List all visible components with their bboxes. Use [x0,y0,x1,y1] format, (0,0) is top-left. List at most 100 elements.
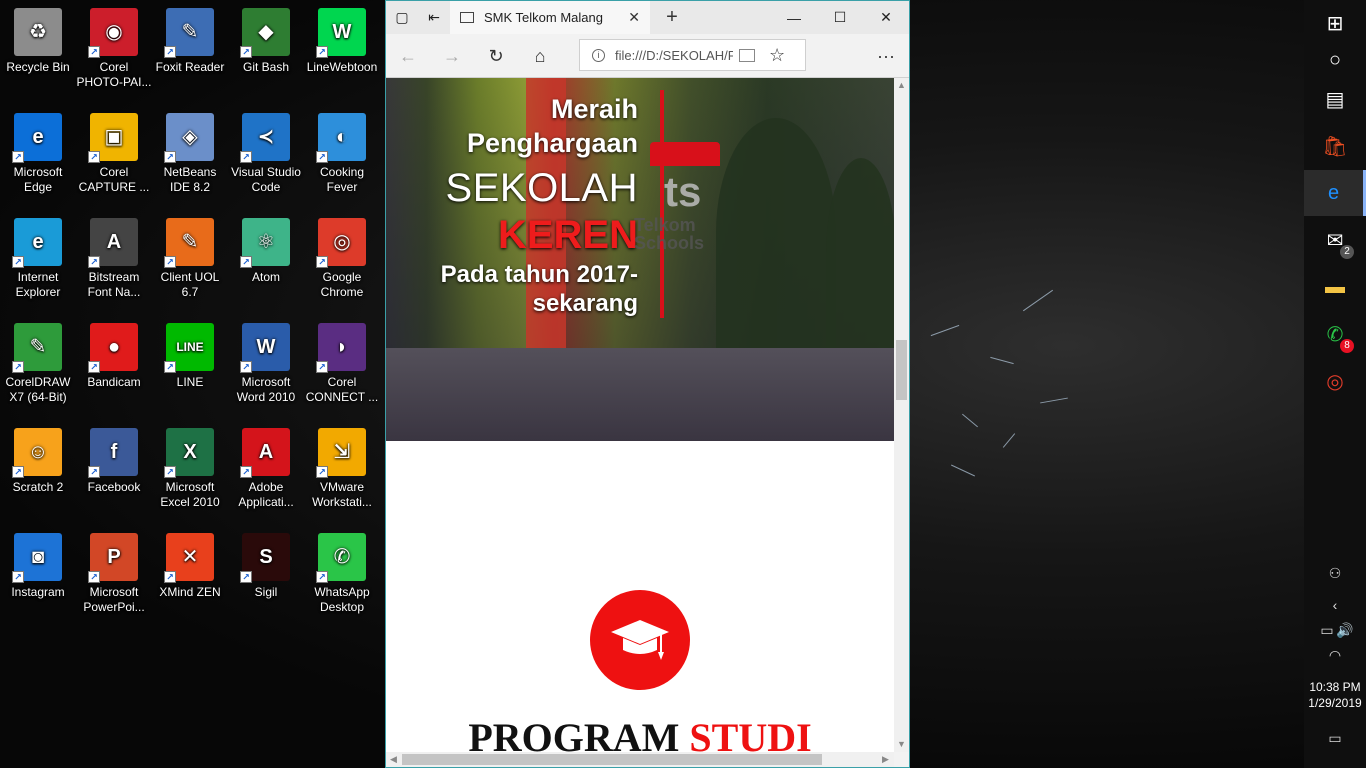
close-window-button[interactable]: ✕ [863,1,909,34]
desktop-icon-recycle-bin[interactable]: ♻ Recycle Bin [0,2,76,102]
favorite-star-icon[interactable]: ☆ [769,45,785,66]
shortcut-arrow-icon: ↗ [240,151,252,163]
desktop-icon-atom[interactable]: ⚛ ↗ Atom [228,212,304,312]
shortcut-arrow-icon: ↗ [240,256,252,268]
scroll-down-icon[interactable]: ▼ [894,737,909,752]
task-view-button[interactable]: ▤ [1304,76,1366,122]
bandicam-icon: ● ↗ [88,323,138,373]
whatsapp-taskbar-button[interactable]: ✆ 8 [1304,311,1366,357]
home-button[interactable]: ⌂ [524,40,556,72]
set-aside-tabs-icon[interactable]: ▢ [386,1,418,34]
people-icon[interactable]: ⚇ [1304,565,1366,582]
adobe-application-manager-glyph: A [258,440,274,463]
reading-view-icon[interactable] [739,48,755,62]
desktop-icon-label: LINE [176,375,204,389]
refresh-button[interactable]: ↻ [480,40,512,72]
desktop-icon-vmware-workstation[interactable]: ⇲ ↗ VMware Workstati... [304,422,380,522]
desktop-icon-google-chrome[interactable]: ◎ ↗ Google Chrome [304,212,380,312]
hero-line-5: Pada tahun 2017- sekarang [441,260,638,318]
desktop-icon-instagram[interactable]: ◙ ↗ Instagram [0,527,76,627]
scroll-up-icon[interactable]: ▲ [894,78,909,93]
back-button[interactable]: ← [392,40,424,72]
desktop-icon-xmind-zen[interactable]: ✕ ↗ XMind ZEN [152,527,228,627]
desktop-icon-line[interactable]: LINE ↗ LINE [152,317,228,417]
desktop-icon-foxit-reader[interactable]: ✎ ↗ Foxit Reader [152,2,228,102]
scratch-glyph: ☺ [27,440,49,463]
scroll-left-icon[interactable]: ◀ [386,752,401,767]
vmware-workstation-glyph: ⇲ [333,440,351,463]
recycle-bin-icon: ♻ [14,8,62,56]
desktop-icon-cooking-fever[interactable]: ◐ ↗ Cooking Fever [304,107,380,207]
corel-photo-paint-icon: ◉ ↗ [88,8,138,58]
desktop-icon-sigil[interactable]: S ↗ Sigil [228,527,304,627]
address-bar[interactable]: i file:///D:/SEKOLAH/P ☆ [579,39,806,71]
desktop-icon-git-bash[interactable]: ◆ ↗ Git Bash [228,2,304,102]
navigation-bar: ← → ↻ ⌂ i file:///D:/SEKOLAH/P ☆ ··· [386,34,909,78]
page-content: Meraih Penghargaan SEKOLAH KEREN Pada ta… [386,78,894,752]
desktop-icon-scratch[interactable]: ☺ ↗ Scratch 2 [0,422,76,522]
desktop-icon-corel-photo-paint[interactable]: ◉ ↗ Corel PHOTO-PAI... [76,2,152,102]
line-glyph: LINE [176,339,204,354]
mail-taskbar-button[interactable]: ✉ 2 [1304,217,1366,263]
facebook-glyph: f [110,440,118,463]
microsoft-store-button[interactable]: 🛍 [1304,123,1366,169]
desktop-icon-microsoft-powerpoint[interactable]: P ↗ Microsoft PowerPoi... [76,527,152,627]
desktop-icon-whatsapp-desktop[interactable]: ✆ ↗ WhatsApp Desktop [304,527,380,627]
scroll-right-icon[interactable]: ▶ [878,752,893,767]
shortcut-arrow-icon: ↗ [240,46,252,58]
desktop-icon-visual-studio-code[interactable]: ≺ ↗ Visual Studio Code [228,107,304,207]
chrome-taskbar-button[interactable]: ◎ [1304,358,1366,404]
internet-explorer-icon: e ↗ [12,218,62,268]
vertical-scrollbar[interactable]: ▲ ▼ [894,78,909,752]
desktop-icon-microsoft-word[interactable]: W ↗ Microsoft Word 2010 [228,317,304,417]
shortcut-arrow-icon: ↗ [316,466,328,478]
desktop-icon-microsoft-excel[interactable]: X ↗ Microsoft Excel 2010 [152,422,228,522]
desktop-icon-bandicam[interactable]: ● ↗ Bandicam [76,317,152,417]
horizontal-scrollbar[interactable]: ◀ ▶ [386,752,894,767]
minimize-button[interactable]: — [771,1,817,34]
volume-icon[interactable]: 🔊 [1314,622,1366,639]
desktop-icon-label: WhatsApp Desktop [314,585,370,614]
desktop-icon-client-uol[interactable]: ✎ ↗ Client UOL 6.7 [152,212,228,312]
forward-button[interactable]: → [436,40,468,72]
show-hidden-icons-icon[interactable]: ‹ [1304,597,1366,613]
desktop-icon-label: Bandicam [87,375,141,389]
desktop-icon-label: Bitstream Font Na... [87,270,141,299]
desktop-icon-bitstream-font-navigator[interactable]: A ↗ Bitstream Font Na... [76,212,152,312]
bitstream-font-navigator-glyph: A [106,230,122,253]
more-menu-button[interactable]: ··· [870,40,902,72]
new-tab-button[interactable]: + [656,1,688,34]
shortcut-arrow-icon: ↗ [316,151,328,163]
git-bash-glyph: ◆ [258,20,274,43]
desktop-icon-corel-capture[interactable]: ▣ ↗ Corel CAPTURE ... [76,107,152,207]
vertical-scroll-thumb[interactable] [896,340,907,400]
address-url[interactable]: file:///D:/SEKOLAH/P [615,48,733,63]
desktop-icon-linewebtoon[interactable]: W ↗ LineWebtoon [304,2,380,102]
netbeans-glyph: ◈ [182,125,198,148]
section-title-red: STUDI [689,715,812,752]
file-explorer-button[interactable]: ▬ [1304,264,1366,310]
desktop-icon-corel-connect[interactable]: ◗ ↗ Corel CONNECT ... [304,317,380,417]
google-chrome-glyph: ◎ [333,230,351,253]
site-info-icon[interactable]: i [592,48,605,62]
desktop-icon-label: Adobe Applicati... [238,480,294,509]
clock[interactable]: 10:38 PM 1/29/2019 [1304,679,1366,711]
desktop-icon-internet-explorer[interactable]: e ↗ Internet Explorer [0,212,76,312]
browser-tab[interactable]: SMK Telkom Malang ✕ [450,1,650,34]
network-icon[interactable]: ◠ [1304,647,1366,664]
shortcut-arrow-icon: ↗ [164,256,176,268]
desktop-icon-coreldraw[interactable]: ✎ ↗ CorelDRAW X7 (64-Bit) [0,317,76,417]
tab-preview-icon[interactable]: ⇤ [418,1,450,34]
sigil-glyph: S [259,545,273,568]
edge-taskbar-button[interactable]: e [1304,170,1366,216]
xmind-zen-glyph: ✕ [181,545,199,568]
action-center-icon[interactable]: ▭ [1304,730,1366,747]
desktop-icon-microsoft-edge[interactable]: e ↗ Microsoft Edge [0,107,76,207]
desktop-icon-adobe-application-manager[interactable]: A ↗ Adobe Applicati... [228,422,304,522]
desktop-icon-label: Git Bash [242,60,290,74]
tab-close-icon[interactable]: ✕ [628,9,640,26]
maximize-button[interactable]: ☐ [817,1,863,34]
horizontal-scroll-thumb[interactable] [402,754,822,765]
desktop-icon-facebook[interactable]: f ↗ Facebook [76,422,152,522]
desktop-icon-netbeans[interactable]: ◈ ↗ NetBeans IDE 8.2 [152,107,228,207]
